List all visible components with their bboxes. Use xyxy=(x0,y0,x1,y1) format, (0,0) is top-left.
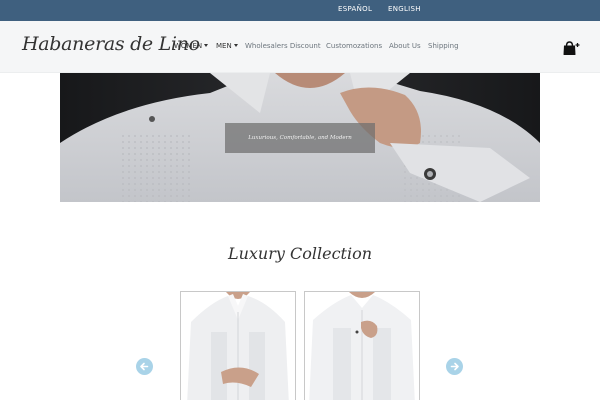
caret-down-icon xyxy=(204,44,209,47)
product-card[interactable] xyxy=(180,291,296,400)
nav-women-dropdown[interactable]: WOMEN xyxy=(174,42,209,50)
product-image xyxy=(305,292,419,400)
carousel-prev-button[interactable] xyxy=(136,358,153,375)
collection-title: Luxury Collection xyxy=(227,244,373,263)
nav-about-link[interactable]: About Us xyxy=(389,42,421,50)
hero-banner-image: Luxurious, Comfortable, and Modern xyxy=(60,73,540,202)
nav-shipping-link[interactable]: Shipping xyxy=(428,42,459,50)
top-language-bar: ESPAÑOL ENGLISH xyxy=(0,0,600,21)
product-card[interactable] xyxy=(304,291,420,400)
nav-wholesalers-link[interactable]: Wholesalers Discount xyxy=(245,42,321,50)
nav-men-dropdown[interactable]: MEN xyxy=(216,42,238,50)
hero-caption: Luxurious, Comfortable, and Modern xyxy=(225,123,375,153)
cart-button[interactable] xyxy=(562,40,580,56)
caret-down-icon xyxy=(233,44,238,47)
nav-customizations-link[interactable]: Customozations xyxy=(326,42,382,50)
product-image xyxy=(181,292,295,400)
language-english-link[interactable]: ENGLISH xyxy=(388,5,421,13)
shopping-bag-plus-icon xyxy=(563,41,580,55)
arrow-left-circle-icon xyxy=(136,358,153,375)
nav-women-label: WOMEN xyxy=(174,42,203,50)
main-navbar: Habaneras de Lino WOMEN MEN Wholesalers … xyxy=(0,21,600,73)
language-spanish-link[interactable]: ESPAÑOL xyxy=(338,5,372,13)
arrow-right-circle-icon xyxy=(446,358,463,375)
carousel-next-button[interactable] xyxy=(446,358,463,375)
nav-men-label: MEN xyxy=(216,42,232,50)
